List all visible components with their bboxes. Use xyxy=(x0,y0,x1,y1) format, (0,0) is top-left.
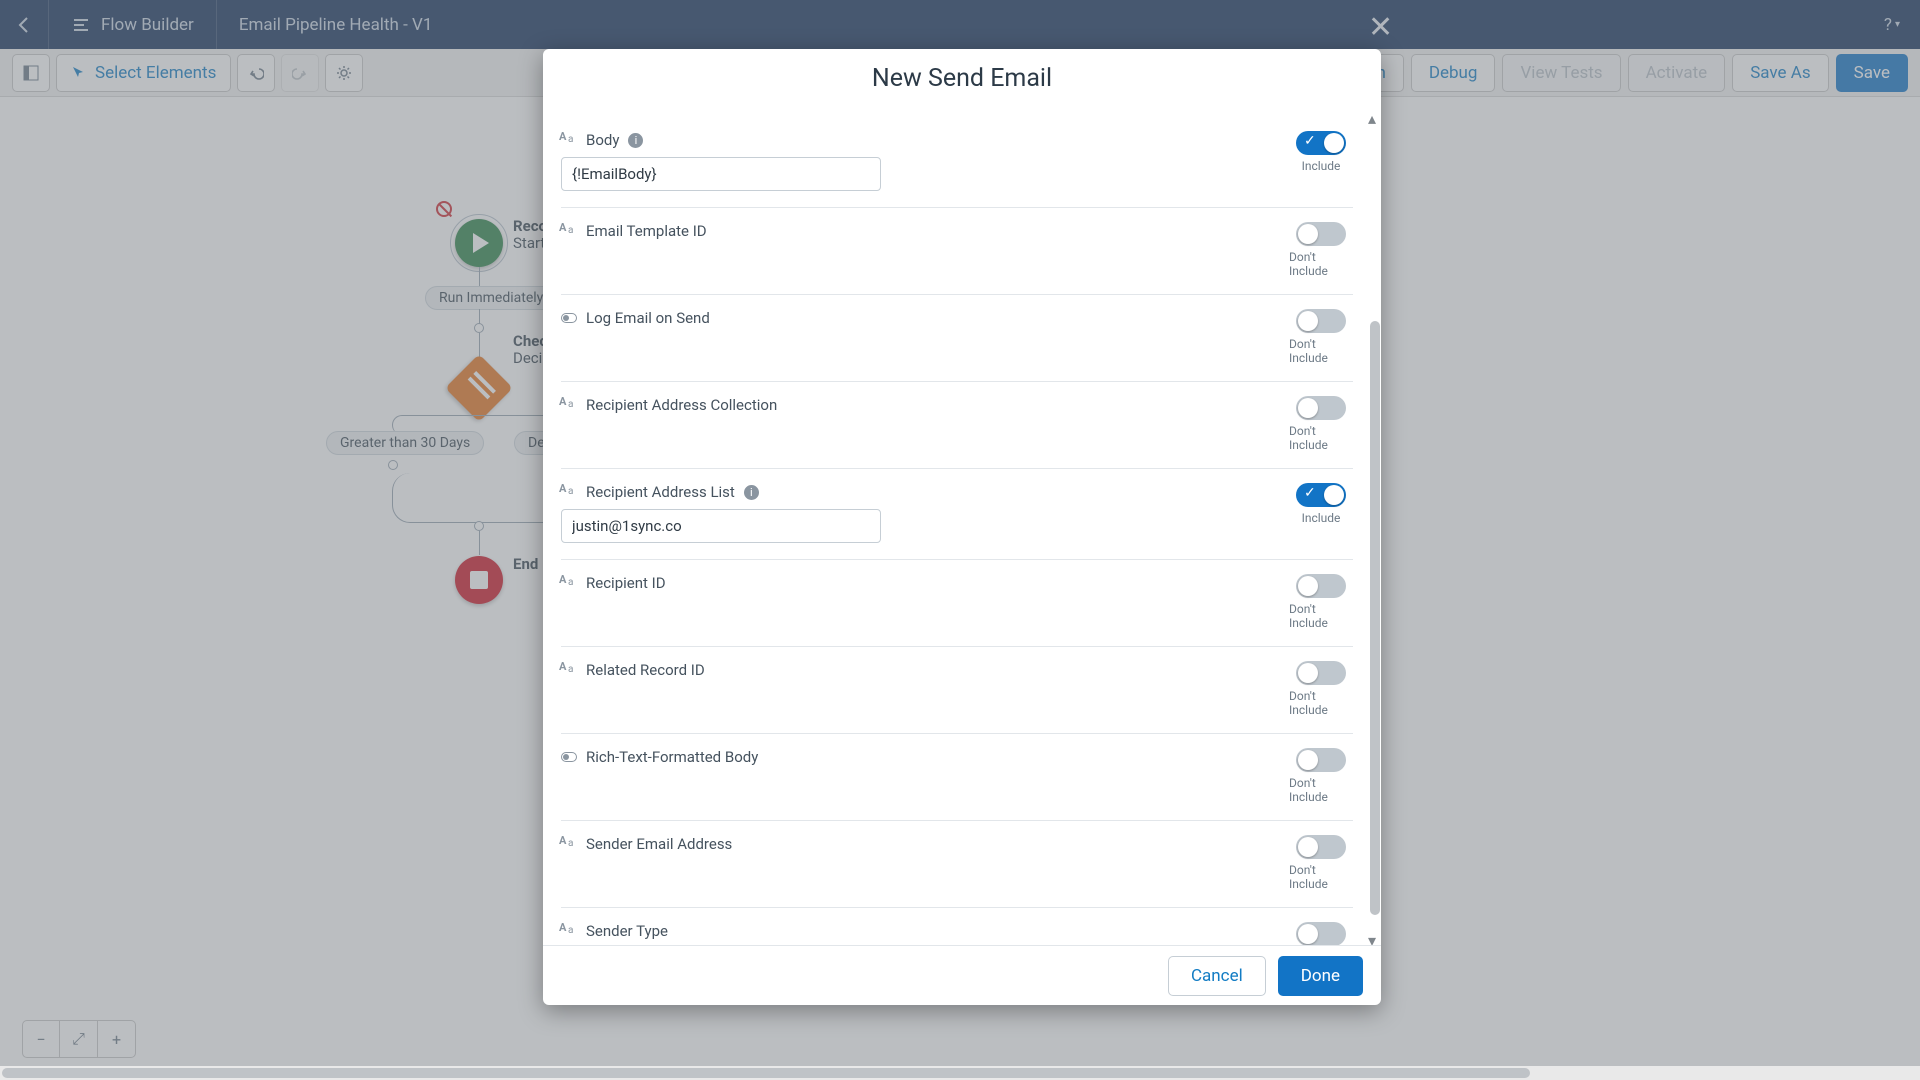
include-toggle-addr_collection: Don't Include xyxy=(1289,396,1353,452)
toggle-label: Don't Include xyxy=(1289,776,1353,804)
field-row-addr_collection: Recipient Address Collection Don't Includ… xyxy=(561,382,1353,469)
send-email-modal: New Send Email BodyiIncludeEmail Templat… xyxy=(543,49,1381,1005)
field-row-body: Bodyi Include xyxy=(561,117,1353,208)
field-label: Recipient Address Collection xyxy=(586,396,777,414)
toggle[interactable] xyxy=(1296,309,1346,333)
include-toggle-template_id: Don't Include xyxy=(1289,222,1353,278)
toggle-label: Don't Include xyxy=(1289,863,1353,891)
field-input-body[interactable] xyxy=(561,157,881,191)
scroll-up-icon[interactable]: ▴ xyxy=(1368,109,1380,121)
scroll-thumb[interactable] xyxy=(1370,321,1380,915)
field-input-addr_list[interactable] xyxy=(561,509,881,543)
field-row-recipient_id: Recipient ID Don't Include xyxy=(561,560,1353,647)
field-label: Email Template ID xyxy=(586,222,707,240)
text-type-icon xyxy=(561,225,577,237)
text-type-icon xyxy=(561,664,577,676)
toggle-label: Don't Include xyxy=(1289,337,1353,365)
cancel-button[interactable]: Cancel xyxy=(1168,956,1266,996)
scroll-thumb[interactable] xyxy=(2,1068,1530,1078)
include-toggle-related_id: Don't Include xyxy=(1289,661,1353,717)
modal-scrollbar[interactable]: ▴ ▾ xyxy=(1367,107,1381,945)
toggle[interactable] xyxy=(1296,396,1346,420)
info-icon[interactable]: i xyxy=(628,133,643,148)
text-type-icon xyxy=(561,838,577,850)
field-row-template_id: Email Template ID Don't Include xyxy=(561,208,1353,295)
toggle-type-icon xyxy=(561,752,577,762)
toggle[interactable] xyxy=(1296,574,1346,598)
text-type-icon xyxy=(561,925,577,937)
field-row-rich_body: Rich-Text-Formatted Body Don't Include xyxy=(561,734,1353,821)
field-row-addr_list: Recipient Address List i Include xyxy=(561,469,1353,560)
done-button[interactable]: Done xyxy=(1278,956,1363,996)
modal-body: BodyiIncludeEmail Template IDDon't Inclu… xyxy=(543,107,1381,945)
include-toggle-body: Include xyxy=(1289,131,1353,173)
toggle[interactable] xyxy=(1296,131,1346,155)
toggle[interactable] xyxy=(1296,222,1346,246)
toggle-label: Don't Include xyxy=(1289,689,1353,717)
horizontal-scrollbar[interactable] xyxy=(0,1066,1920,1080)
text-type-icon xyxy=(561,577,577,589)
scroll-down-icon[interactable]: ▾ xyxy=(1368,931,1380,943)
field-row-related_id: Related Record ID Don't Include xyxy=(561,647,1353,734)
field-row-sender_email: Sender Email Address Don't Include xyxy=(561,821,1353,908)
modal-title: New Send Email xyxy=(543,49,1381,107)
toggle[interactable] xyxy=(1296,835,1346,859)
field-label: Related Record ID xyxy=(586,661,705,679)
field-row-sender_type: Sender Type Don't Include xyxy=(561,908,1353,945)
toggle-label: Don't Include xyxy=(1289,250,1353,278)
include-toggle-log_on_send: Don't Include xyxy=(1289,309,1353,365)
text-type-icon xyxy=(561,399,577,411)
include-toggle-recipient_id: Don't Include xyxy=(1289,574,1353,630)
toggle-label: Don't Include xyxy=(1289,424,1353,452)
modal-footer: Cancel Done xyxy=(543,945,1381,1005)
field-label: Recipient ID xyxy=(586,574,666,592)
toggle[interactable] xyxy=(1296,748,1346,772)
toggle-label: Include xyxy=(1302,511,1341,525)
include-toggle-sender_email: Don't Include xyxy=(1289,835,1353,891)
field-label: Log Email on Send xyxy=(586,309,710,327)
field-label: Sender Email Address xyxy=(586,835,732,853)
toggle-type-icon xyxy=(561,313,577,323)
toggle[interactable] xyxy=(1296,483,1346,507)
field-label: Sender Type xyxy=(586,922,668,940)
field-label: Rich-Text-Formatted Body xyxy=(586,748,758,766)
field-row-log_on_send: Log Email on Send Don't Include xyxy=(561,295,1353,382)
field-label: Recipient Address List xyxy=(586,483,735,501)
toggle-label: Include xyxy=(1302,159,1341,173)
toggle[interactable] xyxy=(1296,661,1346,685)
field-label: Body xyxy=(586,131,619,149)
include-toggle-rich_body: Don't Include xyxy=(1289,748,1353,804)
include-toggle-addr_list: Include xyxy=(1289,483,1353,525)
text-type-icon xyxy=(561,134,577,146)
text-type-icon xyxy=(561,486,577,498)
toggle[interactable] xyxy=(1296,922,1346,945)
include-toggle-sender_type: Don't Include xyxy=(1289,922,1353,945)
info-icon[interactable]: i xyxy=(744,485,759,500)
toggle-label: Don't Include xyxy=(1289,602,1353,630)
field-rows: BodyiIncludeEmail Template IDDon't Inclu… xyxy=(561,117,1353,945)
